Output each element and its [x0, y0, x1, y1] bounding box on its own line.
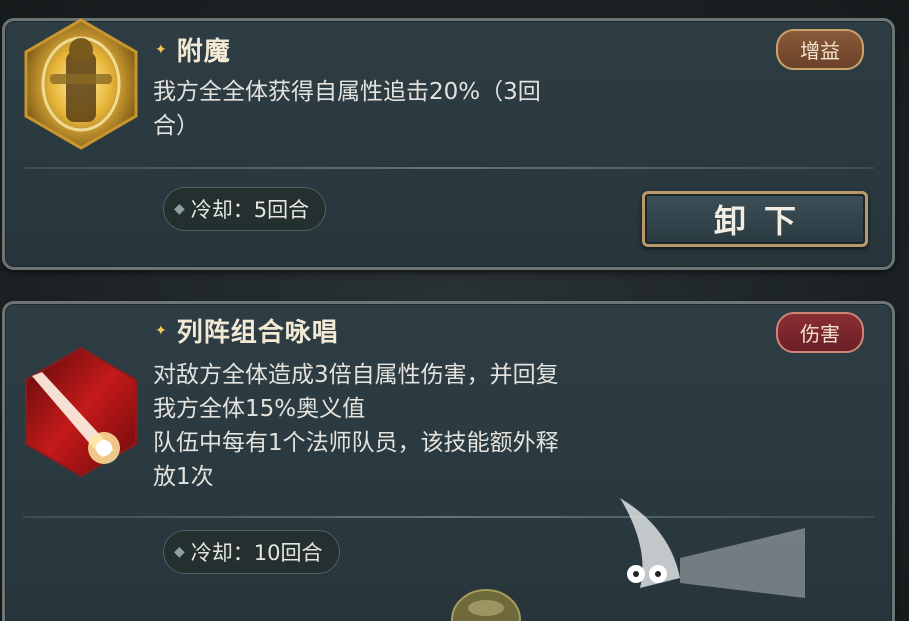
cooldown-text: 冷却：10回合 [190, 541, 323, 565]
cooldown-badge: ◆ 冷却：5回合 [163, 187, 327, 231]
golden-knight-icon[interactable] [22, 18, 140, 150]
skill-description: 对敌方全体造成3倍自属性伤害，并回复 我方全体15%奥义值 队伍中每有1个法师队… [153, 358, 673, 494]
diamond-icon: ◆ [174, 544, 185, 560]
desc-line: 我方全体15%奥义值 [153, 396, 366, 422]
desc-line: 合） [153, 113, 199, 139]
skill-panel: ✦ 附魔 增益 我方全全体获得自属性追击20%（3回 合） ◆ 冷却：5回合 卸… [0, 0, 909, 621]
skill-description: 我方全全体获得自属性追击20%（3回 合） [153, 75, 673, 143]
diamond-icon: ◆ [174, 201, 185, 217]
skill-name: 附魔 [176, 37, 231, 67]
skill-tag-badge: 伤害 [776, 312, 864, 353]
skill-title-row: ✦ 附魔 [155, 31, 231, 68]
cooldown-text: 冷却：5回合 [190, 198, 310, 222]
cooldown-badge: ◆ 冷却：10回合 [163, 530, 340, 574]
desc-line: 队伍中每有1个法师队员，该技能额外释 [153, 430, 559, 456]
red-slash-icon[interactable] [22, 346, 140, 478]
skill-name: 列阵组合咏唱 [176, 318, 339, 348]
desc-line: 我方全全体获得自属性追击20%（3回 [153, 79, 541, 105]
watermark-logo [620, 498, 805, 598]
divider [23, 167, 874, 169]
diamond-icon: ✦ [155, 41, 167, 58]
bottom-orb-icon [451, 589, 521, 621]
skill-tag-badge: 增益 [776, 29, 864, 70]
unload-button[interactable]: 卸下 [642, 191, 868, 247]
skill-title-row: ✦ 列阵组合咏唱 [155, 312, 339, 349]
desc-line: 对敌方全体造成3倍自属性伤害，并回复 [153, 362, 559, 388]
diamond-icon: ✦ [155, 322, 167, 339]
desc-line: 放1次 [153, 464, 214, 490]
